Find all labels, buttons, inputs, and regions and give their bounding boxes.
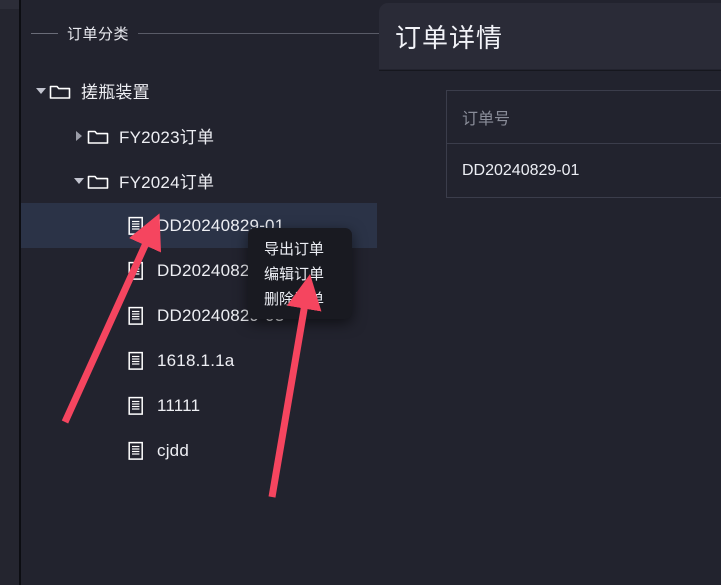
tree-item-label: 搓瓶装置 [81,83,150,102]
divider-rule-left [31,32,58,34]
document-icon [125,261,147,281]
order-number-value[interactable]: DD20240829-01 [447,144,721,197]
window-left-strip-top [0,0,19,9]
tree-item-fy2024订单[interactable]: FY2024订单 [21,158,377,203]
tree-item-1618.1.1a[interactable]: 1618.1.1a [21,338,377,383]
chevron-down-icon[interactable] [33,87,49,94]
document-icon [125,306,147,326]
chevron-right-icon[interactable] [71,130,87,141]
order-detail-header: 订单详情 [379,3,721,69]
order-number-column-header: 订单号 [447,91,721,144]
folder-icon [87,126,109,146]
tree-item-label: cjdd [157,440,189,460]
tree-item-label: FY2023订单 [119,128,215,147]
context-menu-item-export-order[interactable]: 导出订单 [248,236,352,261]
tree-item-label: FY2024订单 [119,173,215,192]
folder-open-icon [49,81,71,101]
folder-icon [87,171,109,191]
tree-item-11111[interactable]: 11111 [21,383,377,428]
context-menu-item-edit-order[interactable]: 编辑订单 [248,261,352,286]
context-menu-item-delete-order[interactable]: 删除订单 [248,286,352,311]
order-category-section-header: 订单分类 [31,23,379,43]
order-number-table: 订单号 DD20240829-01 [446,90,721,198]
chevron-down-icon[interactable] [71,177,87,184]
divider-rule-right [138,32,379,34]
document-icon [125,216,147,236]
order-detail-panel: 订单详情 订单号 DD20240829-01 订单BOM列表 导出 编辑 Ite… [379,0,721,585]
order-context-menu[interactable]: 导出订单 编辑订单 删除订单 [248,228,352,319]
tree-item-fy2023订单[interactable]: FY2023订单 [21,113,377,158]
tree-item-label: 11111 [157,395,201,415]
tree-item-cjdd[interactable]: cjdd [21,428,377,473]
tree-item-label: 1618.1.1a [157,350,235,370]
order-category-title: 订单分类 [67,25,130,43]
tree-item-搓瓶装置[interactable]: 搓瓶装置 [21,68,377,113]
header-underline [379,70,721,71]
document-icon [125,441,147,461]
document-icon [125,351,147,371]
order-management-window: 订单分类 搓瓶装置 FY2023订单 FY2024订单 DD20240829-01 DD… [0,0,721,585]
document-icon [125,396,147,416]
window-left-strip [0,0,19,585]
page-title: 订单详情 [395,22,504,53]
